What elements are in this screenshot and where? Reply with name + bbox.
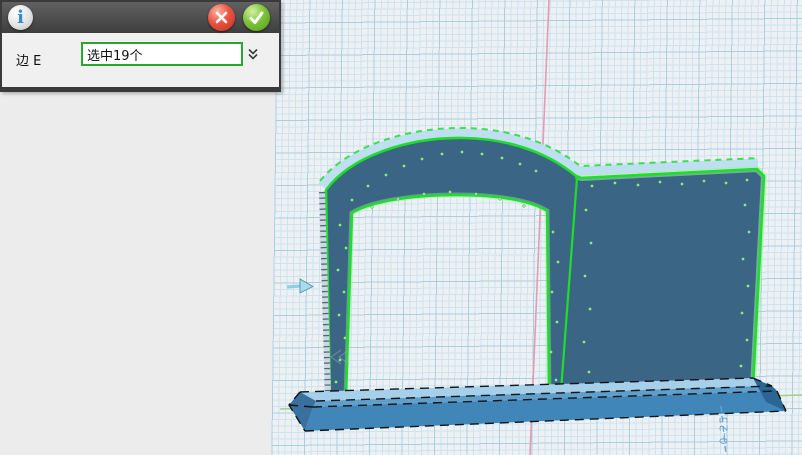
- vertex-dot: [557, 261, 560, 264]
- vertex-dot: [703, 180, 706, 183]
- vertex-dot: [555, 379, 558, 382]
- base-plinth[interactable]: [289, 378, 786, 431]
- vertex-dot: [637, 184, 640, 187]
- vertex-dot: [339, 224, 342, 227]
- vertex-dot: [552, 231, 555, 234]
- vertex-dot: [744, 204, 747, 207]
- vertex-dot: [585, 209, 588, 212]
- vertex-dot: [591, 185, 594, 188]
- vertex-dot: [441, 153, 444, 156]
- vertex-dot: [681, 183, 684, 186]
- vertex-dot: [725, 182, 728, 185]
- vertex-dot: [614, 182, 617, 185]
- selection-count-input[interactable]: [81, 42, 243, 66]
- vertex-dot: [367, 185, 370, 188]
- titlebar-buttons: [208, 4, 270, 31]
- vertex-dot: [344, 337, 347, 340]
- vertex-dot: [475, 193, 478, 196]
- application-window: 0-25 i 边 E: [0, 0, 802, 455]
- expand-chevron-icon[interactable]: [245, 46, 261, 62]
- vertex-dot: [403, 165, 406, 168]
- vertex-dot: [343, 291, 346, 294]
- vertex-dot: [421, 158, 424, 161]
- vertex-dot: [337, 269, 340, 272]
- vertex-dot: [556, 321, 559, 324]
- x-icon: [214, 10, 229, 25]
- vertex-dot: [461, 151, 464, 154]
- vertex-dot: [589, 308, 592, 311]
- vertex-dot: [499, 198, 502, 201]
- vertex-dot: [588, 371, 591, 374]
- edge-field-label: 边 E: [16, 50, 41, 69]
- vertex-dot: [584, 275, 587, 278]
- vertex-dot: [742, 258, 745, 261]
- wall-face[interactable]: [326, 138, 764, 399]
- vertex-dot: [449, 191, 452, 194]
- confirm-button[interactable]: [243, 4, 270, 31]
- vertex-dot: [748, 231, 751, 234]
- vertex-dot: [535, 170, 538, 173]
- vertex-dot: [385, 174, 388, 177]
- selection-dialog: i 边 E: [0, 0, 281, 92]
- dialog-body: 边 E: [2, 33, 279, 87]
- vertex-dot: [740, 365, 743, 368]
- vertex-dot: [741, 312, 744, 315]
- cancel-button[interactable]: [208, 4, 235, 31]
- vertex-dot: [345, 247, 348, 250]
- vertex-dot: [501, 157, 504, 160]
- vertex-dot: [747, 285, 750, 288]
- vertex-dot: [338, 314, 341, 317]
- vertex-dot: [481, 153, 484, 156]
- vertex-dot: [550, 351, 553, 354]
- vertex-dot: [351, 199, 354, 202]
- edge-glow-inner: [346, 195, 549, 398]
- selected-edge-door[interactable]: [346, 195, 549, 398]
- model-part[interactable]: [320, 128, 764, 399]
- vertex-dot: [335, 381, 338, 384]
- vertex-dot: [746, 179, 749, 182]
- vertex-dot: [371, 206, 374, 209]
- direction-arrow-icon[interactable]: [287, 279, 313, 293]
- vertex-dot: [339, 359, 342, 362]
- vertex-dot: [746, 339, 749, 342]
- vertex-dot: [659, 181, 662, 184]
- vertex-dot: [423, 193, 426, 196]
- vertex-dot: [519, 163, 522, 166]
- info-icon: i: [8, 5, 33, 30]
- check-icon: [248, 10, 265, 26]
- dialog-titlebar: i: [2, 2, 279, 33]
- vertex-dot: [397, 198, 400, 201]
- vertex-dot: [583, 341, 586, 344]
- vertex-dot: [523, 205, 526, 208]
- vertex-dot: [551, 291, 554, 294]
- vertex-dot: [590, 242, 593, 245]
